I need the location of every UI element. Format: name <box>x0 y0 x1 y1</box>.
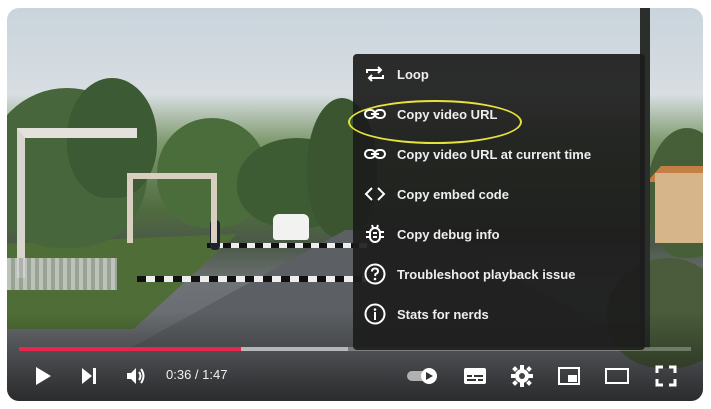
info-circle-icon <box>364 303 386 325</box>
autoplay-toggle-icon <box>407 368 437 384</box>
menu-item-copy-embed-code[interactable]: Copy embed code <box>353 174 645 214</box>
play-icon <box>36 367 51 385</box>
miniplayer-button[interactable] <box>554 362 584 390</box>
subtitles-icon <box>464 368 486 384</box>
menu-item-copy-debug-info[interactable]: Copy debug info <box>353 214 645 254</box>
progress-played <box>19 347 241 351</box>
autoplay-toggle[interactable] <box>405 362 441 390</box>
settings-button[interactable] <box>507 362 537 390</box>
fullscreen-icon <box>655 365 677 387</box>
theater-mode-icon <box>605 368 629 384</box>
time-display: 0:36 / 1:47 <box>166 367 228 382</box>
menu-item-loop[interactable]: Loop <box>353 54 645 94</box>
next-button[interactable] <box>75 362 103 390</box>
menu-item-troubleshoot-playback[interactable]: Troubleshoot playback issue <box>353 254 645 294</box>
context-menu: Loop Copy video URL Copy video URL at cu… <box>353 54 645 350</box>
link-icon <box>364 149 386 159</box>
code-icon <box>364 187 386 201</box>
mute-button[interactable] <box>121 362 151 390</box>
fullscreen-button[interactable] <box>651 362 681 390</box>
bug-icon <box>366 224 384 243</box>
miniplayer-icon <box>558 367 580 385</box>
subtitles-button[interactable] <box>460 362 490 390</box>
video-player[interactable]: 0:36 / 1:47 Loop Copy video URL Copy vid… <box>7 8 703 401</box>
play-button[interactable] <box>29 362 57 390</box>
loop-icon <box>366 66 384 82</box>
volume-icon <box>127 368 145 384</box>
menu-item-stats-for-nerds[interactable]: Stats for nerds <box>353 294 645 334</box>
theater-mode-button[interactable] <box>601 362 633 390</box>
player-controls: 0:36 / 1:47 <box>7 356 703 396</box>
highlight-annotation-ellipse <box>348 100 522 144</box>
next-icon <box>82 368 96 384</box>
settings-gear-icon <box>511 365 533 387</box>
help-circle-icon <box>364 263 386 285</box>
